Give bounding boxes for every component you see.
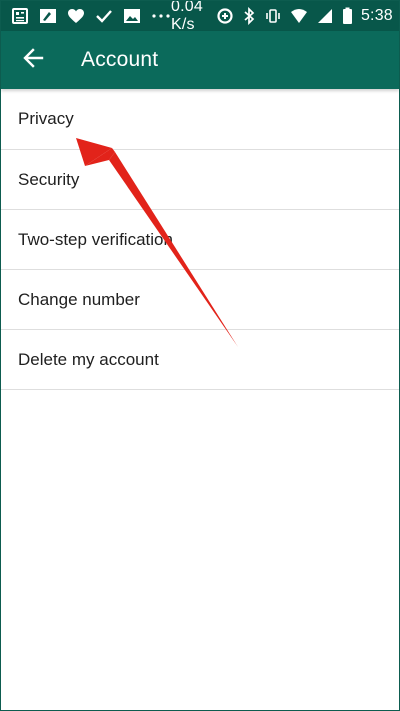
vibrate-icon [264,7,282,25]
menu-item-change-number[interactable]: Change number [1,270,399,330]
page-title: Account [81,48,159,71]
app-toolbar: Account [1,31,399,89]
account-settings-list: Privacy Security Two-step verification C… [1,89,399,390]
menu-item-delete-account[interactable]: Delete my account [1,330,399,390]
menu-item-label: Change number [18,289,140,309]
data-saver-icon [216,7,234,25]
notification-icons [11,7,171,25]
news-icon [11,7,29,25]
bluetooth-icon [242,7,256,25]
network-speed: 0.04 K/s [171,1,203,33]
app-frame: 0.04 K/s 5:38 Account Privacy Security T… [1,1,399,710]
check-icon [95,7,113,25]
menu-item-two-step-verification[interactable]: Two-step verification [1,210,399,270]
menu-item-security[interactable]: Security [1,150,399,210]
system-status: 0.04 K/s 5:38 [171,1,393,34]
wifi-icon [290,7,308,25]
image-edit-icon [39,7,57,25]
battery-icon [342,7,353,25]
status-bar: 0.04 K/s 5:38 [1,1,399,34]
gallery-icon [123,7,141,25]
heart-icon [67,7,85,25]
menu-item-label: Security [18,169,80,189]
back-button[interactable] [5,31,61,89]
signal-icon [316,7,334,25]
back-arrow-icon [22,47,44,74]
clock: 5:38 [360,7,393,24]
menu-item-label: Delete my account [18,349,159,369]
more-dots-icon [151,7,171,25]
menu-item-label: Privacy [18,109,74,128]
menu-item-label: Two-step verification [18,229,173,249]
menu-item-privacy[interactable]: Privacy [1,89,399,150]
